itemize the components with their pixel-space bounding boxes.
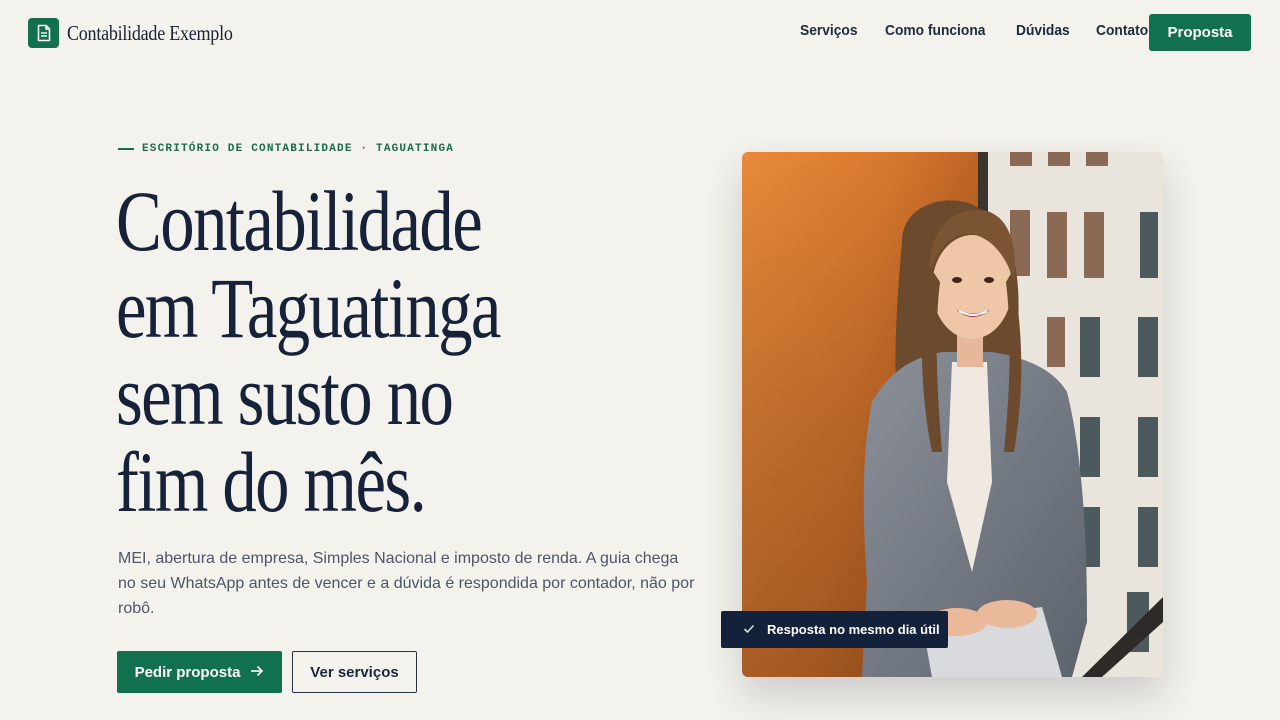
- nav-item-contato[interactable]: Contato: [1096, 22, 1153, 39]
- nav-item-label: Dúvidas: [1015, 22, 1070, 39]
- nav-item-label: Como funciona: [884, 22, 985, 39]
- hero-lead: MEI, abertura de empresa, Simples Nacion…: [118, 550, 695, 617]
- nav-item-servicos[interactable]: Serviços: [800, 22, 863, 39]
- view-services-button[interactable]: Ver serviços: [292, 651, 417, 693]
- eyebrow-text: ESCRITÓRIO DE CONTABILIDADE · TAGUATINGA: [142, 143, 455, 155]
- headline-line: em Taguatinga: [116, 260, 501, 356]
- nav-item-label: Contato: [1096, 22, 1149, 39]
- hero-eyebrow: ESCRITÓRIO DE CONTABILIDADE · TAGUATINGA: [118, 143, 454, 155]
- request-proposal-button[interactable]: Pedir proposta: [117, 651, 282, 693]
- hero-headline: Contabilidade em Taguatinga sem susto no…: [116, 178, 676, 526]
- accountant-photo: [742, 152, 1163, 677]
- headline-line: Contabilidade: [116, 173, 483, 269]
- nav-item-label: Serviços: [800, 22, 858, 39]
- brand-logo[interactable]: Contabilidade Exemplo: [28, 18, 260, 48]
- headline-line: sem susto no: [116, 347, 454, 443]
- hero-photo: [742, 152, 1163, 677]
- document-icon: [28, 18, 59, 48]
- nav-item-como-funciona[interactable]: Como funciona: [885, 22, 994, 39]
- site-header: Contabilidade Exemplo Serviços Como func…: [0, 0, 1280, 66]
- eyebrow-dash: [118, 148, 134, 150]
- brand-name: Contabilidade Exemplo: [67, 20, 233, 45]
- proposal-button[interactable]: Proposta: [1149, 14, 1251, 51]
- request-proposal-label: Pedir proposta: [134, 663, 241, 681]
- main-nav: Serviços Como funciona Dúvidas Contato: [800, 22, 1153, 39]
- check-icon: [743, 622, 755, 637]
- response-time-badge: Resposta no mesmo dia útil: [721, 611, 948, 648]
- arrow-right-icon: [250, 664, 264, 681]
- nav-item-duvidas[interactable]: Dúvidas: [1016, 22, 1074, 39]
- headline-line: fim do mês.: [116, 434, 427, 530]
- badge-label: Resposta no mesmo dia útil: [767, 622, 940, 637]
